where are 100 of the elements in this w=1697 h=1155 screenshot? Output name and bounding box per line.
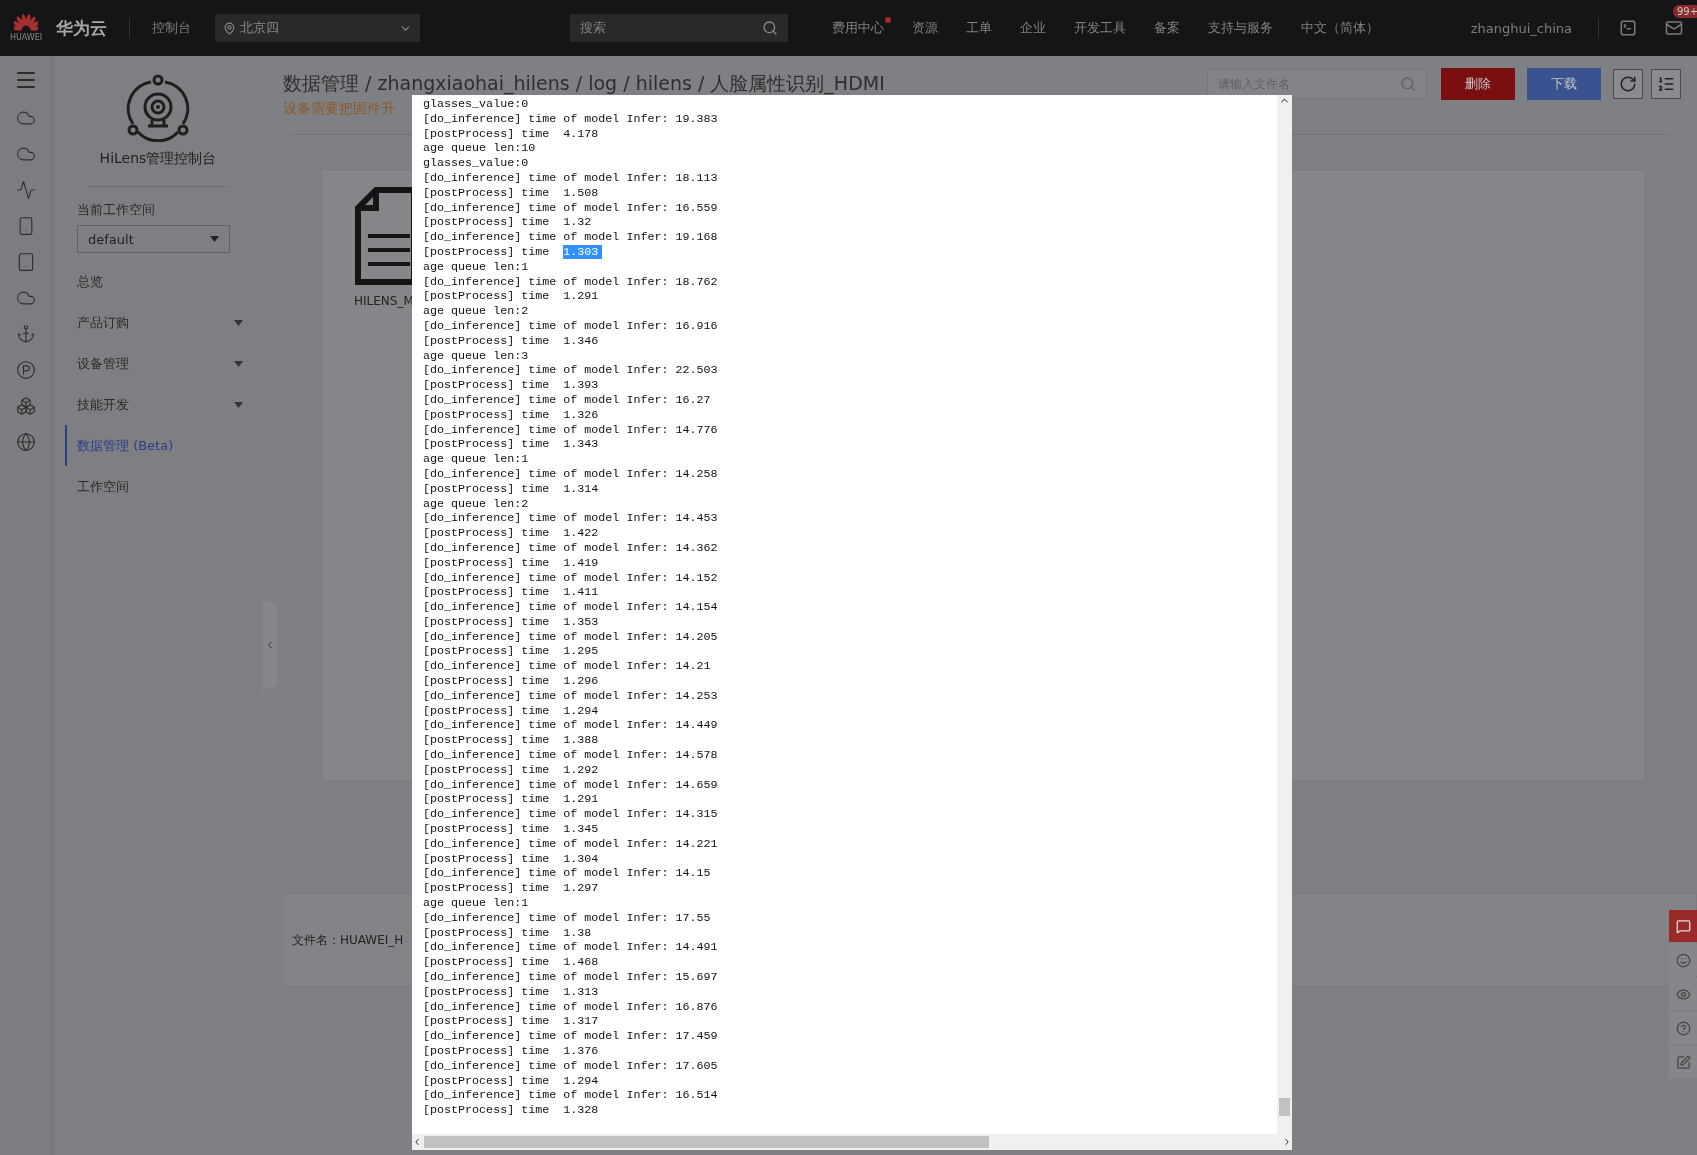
sidebar-item[interactable]: 数据管理 (Beta) bbox=[65, 425, 263, 466]
log-line: [do_inference] time of model Infer: 14.221 bbox=[423, 836, 719, 852]
log-line: [do_inference] time of model Infer: 14.253 bbox=[423, 688, 719, 704]
log-line: [do_inference] time of model Infer: 22.503 bbox=[423, 363, 719, 379]
log-line: [postProcess] time 1.326 bbox=[423, 407, 600, 423]
collapse-handle[interactable] bbox=[263, 601, 277, 689]
log-line: [do_inference] time of model Infer: 18.762 bbox=[423, 274, 719, 290]
horizontal-scrollbar[interactable] bbox=[412, 1134, 1292, 1150]
search-icon bbox=[1400, 76, 1416, 92]
log-line: [do_inference] time of model Infer: 16.559 bbox=[423, 200, 719, 216]
log-line: [do_inference] time of model Infer: 14.362 bbox=[423, 540, 719, 556]
log-line: [postProcess] time 1.32 bbox=[423, 215, 593, 231]
log-line: [do_inference] time of model Infer: 16.916 bbox=[423, 318, 719, 334]
log-line: [do_inference] time of model Infer: 14.152 bbox=[423, 570, 719, 586]
terminal-button[interactable] bbox=[1619, 19, 1637, 37]
chat-icon bbox=[1675, 918, 1691, 934]
sidebar-item[interactable]: 技能开发 bbox=[65, 384, 263, 425]
logo-icon[interactable]: HUAWEI bbox=[0, 14, 52, 42]
nav-link[interactable]: 支持与服务 bbox=[1208, 19, 1273, 37]
log-line: [postProcess] time 1.297 bbox=[423, 881, 600, 897]
sidebar-item[interactable]: 总览 bbox=[65, 261, 263, 302]
vertical-scrollbar[interactable] bbox=[1277, 95, 1292, 1134]
user-name[interactable]: zhanghui_china bbox=[1470, 20, 1572, 36]
refresh-icon bbox=[1619, 75, 1637, 93]
log-line: [do_inference] time of model Infer: 14.776 bbox=[423, 422, 719, 438]
smiley-icon bbox=[1675, 952, 1691, 968]
log-line: [do_inference] time of model Infer: 14.578 bbox=[423, 748, 719, 763]
help-button[interactable] bbox=[1669, 1012, 1697, 1044]
log-line: [do_inference] time of model Infer: 16.27 bbox=[423, 392, 712, 408]
nav-link[interactable]: 备案 bbox=[1154, 19, 1180, 37]
nav-link[interactable]: 中文（简体） bbox=[1301, 19, 1379, 37]
log-line: [do_inference] time of model Infer: 19.383 bbox=[423, 111, 719, 127]
log-line: [postProcess] time 1.346 bbox=[423, 333, 600, 349]
nav-link[interactable]: 工单 bbox=[966, 19, 992, 37]
log-line: [postProcess] time 1.419 bbox=[423, 555, 600, 571]
anchor-icon[interactable] bbox=[16, 324, 36, 344]
circle-letter-icon[interactable] bbox=[16, 360, 36, 380]
wave-icon[interactable] bbox=[16, 180, 36, 200]
log-line: [do_inference] time of model Infer: 14.154 bbox=[423, 600, 719, 615]
scrollbar-thumb[interactable] bbox=[1279, 1098, 1290, 1116]
refresh-button[interactable] bbox=[1613, 69, 1643, 99]
log-line: [postProcess] time 1.468 bbox=[423, 955, 600, 970]
mail-icon bbox=[1665, 19, 1683, 37]
edit-button[interactable] bbox=[1669, 1046, 1697, 1078]
tablet-icon[interactable] bbox=[16, 252, 36, 272]
log-line: [do_inference] time of model Infer: 17.55 bbox=[423, 910, 712, 926]
console-title: HiLens管理控制台 bbox=[98, 150, 218, 168]
log-line: [postProcess] time 1.388 bbox=[423, 733, 600, 749]
terminal-icon bbox=[1619, 19, 1637, 37]
nav-link[interactable]: 资源 bbox=[912, 19, 938, 37]
region-select[interactable]: 北京四 bbox=[215, 14, 420, 42]
log-line: [postProcess] time 1.314 bbox=[423, 481, 600, 497]
arrow-right-icon bbox=[1282, 1137, 1292, 1147]
log-line: [postProcess] time 1.411 bbox=[423, 585, 600, 601]
log-line: age queue len:3 bbox=[423, 348, 530, 364]
log-line: [postProcess] time 1.291 bbox=[423, 792, 600, 808]
log-line: [postProcess] time 4.178 bbox=[423, 126, 600, 142]
nav-link[interactable]: 企业 bbox=[1020, 19, 1046, 37]
log-line: [do_inference] time of model Infer: 14.491 bbox=[423, 940, 719, 956]
sidebar-item[interactable]: 设备管理 bbox=[65, 343, 263, 384]
search-field[interactable]: 搜索 bbox=[570, 14, 788, 42]
log-line: [postProcess] time 1.291 bbox=[423, 289, 600, 305]
help-icon bbox=[1675, 1020, 1691, 1036]
cluster-icon[interactable] bbox=[16, 396, 36, 416]
log-line: glasses_value:0 bbox=[423, 97, 530, 112]
pin-icon bbox=[223, 21, 236, 35]
logo-text: HUAWEI bbox=[9, 33, 43, 42]
delete-button[interactable]: 删除 bbox=[1441, 68, 1515, 100]
edit-icon bbox=[1675, 1054, 1691, 1070]
eye-button[interactable] bbox=[1669, 978, 1697, 1010]
chat-button[interactable] bbox=[1669, 910, 1697, 942]
nav-link[interactable]: 开发工具 bbox=[1074, 19, 1126, 37]
log-line: age queue len:10 bbox=[423, 141, 537, 157]
log-line: [postProcess] time 1.296 bbox=[423, 674, 600, 689]
globe-icon[interactable] bbox=[16, 432, 36, 452]
sort-button[interactable] bbox=[1651, 69, 1681, 99]
log-line: [postProcess] time 1.294 bbox=[423, 703, 600, 719]
download-button[interactable]: 下载 bbox=[1527, 68, 1601, 100]
sidebar-item[interactable]: 工作空间 bbox=[65, 466, 263, 507]
log-line: age queue len:2 bbox=[423, 496, 530, 512]
log-line: [do_inference] time of model Infer: 14.258 bbox=[423, 466, 719, 482]
log-line: [do_inference] time of model Infer: 16.876 bbox=[423, 999, 719, 1015]
region-name: 北京四 bbox=[240, 19, 280, 37]
sidebar-item[interactable]: 产品订购 bbox=[65, 302, 263, 343]
brand-name: 华为云 bbox=[56, 16, 107, 40]
log-line: [postProcess] time 1.294 bbox=[423, 1073, 600, 1089]
scrollbar-thumb[interactable] bbox=[424, 1136, 989, 1148]
log-line: [postProcess] time 1.328 bbox=[423, 1103, 600, 1118]
breadcrumb: 数据管理 / zhangxiaohai_hilens / log / hilens / 人脸属性识别_HDMI bbox=[283, 71, 885, 97]
workspace-select[interactable]: default bbox=[77, 225, 230, 253]
nav-link[interactable]: 费用中心 bbox=[832, 19, 884, 37]
log-line: [postProcess] time 1.292 bbox=[423, 762, 600, 778]
log-line: [postProcess] time 1.345 bbox=[423, 822, 600, 837]
sort-icon bbox=[1657, 75, 1675, 93]
console-link[interactable]: 控制台 bbox=[152, 19, 191, 37]
log-line: [do_inference] time of model Infer: 14.315 bbox=[423, 807, 719, 823]
log-line: age queue len:1 bbox=[423, 452, 530, 467]
log-line: [postProcess] time 1.343 bbox=[423, 437, 600, 453]
camera-logo-icon bbox=[124, 74, 192, 142]
log-line: [do_inference] time of model Infer: 17.605 bbox=[423, 1058, 719, 1074]
